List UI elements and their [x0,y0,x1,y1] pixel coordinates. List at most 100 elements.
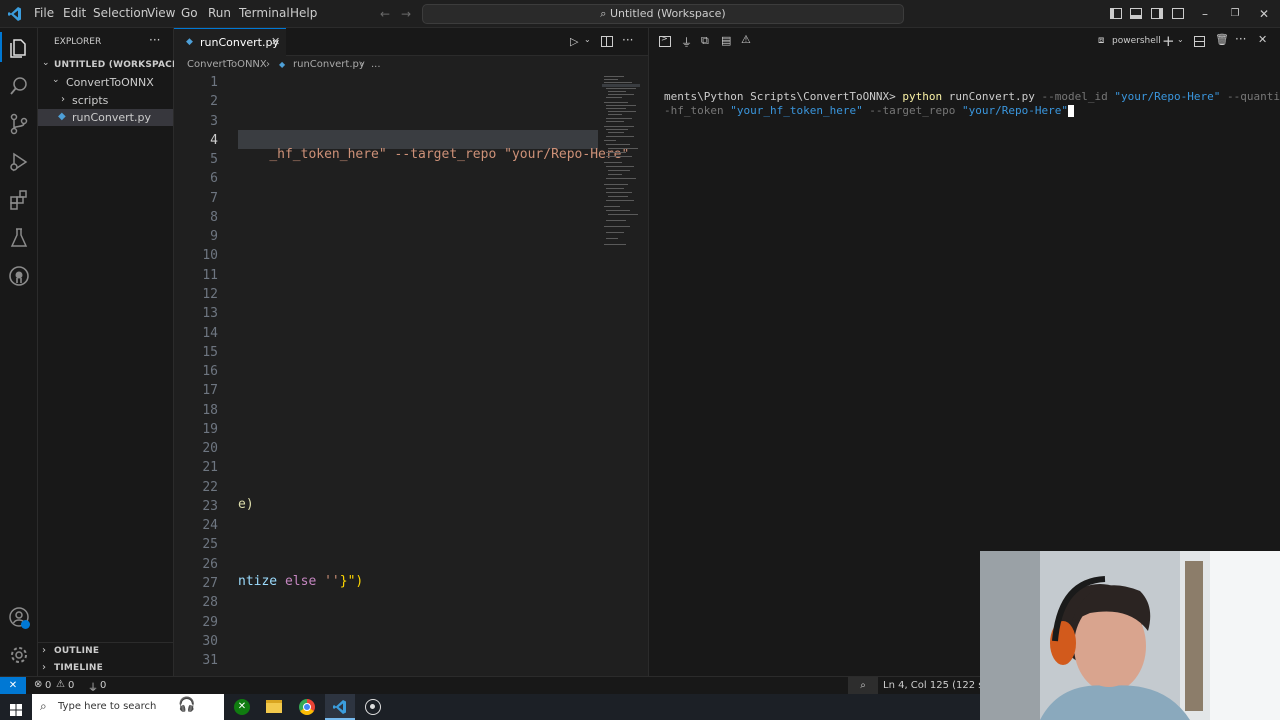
more-actions-icon[interactable]: ··· [1235,32,1246,46]
toggle-panel-icon[interactable] [1130,8,1142,19]
ports-plug-icon[interactable]: ⏚ [681,34,692,50]
toggle-primary-sidebar-icon[interactable] [1110,8,1122,19]
terminal-value-hf-token: "your_hf_token_here" [730,104,863,117]
tab-runconvert[interactable]: ◆ runConvert.py ✕ [174,28,286,56]
xbox-icon[interactable]: ✕ [234,699,250,715]
chevron-down-icon[interactable]: ⌄ [584,35,591,44]
obs-icon[interactable] [365,699,381,715]
explorer-header: EXPLORER [54,37,102,47]
windows-start-icon[interactable] [10,701,22,716]
file-runconvert[interactable]: runConvert.py [72,111,151,124]
minimap[interactable] [602,74,640,254]
code-line-27: ntize else ''}") [238,574,363,589]
menu-run[interactable]: Run [208,6,231,20]
toggle-secondary-sidebar-icon[interactable] [1151,8,1163,19]
warnings-icon[interactable]: ⚠ [56,679,65,690]
close-tab-icon[interactable]: ✕ [271,35,280,48]
settings-gear-icon[interactable] [7,643,31,667]
more-actions-icon[interactable]: ··· [149,33,160,47]
split-editor-icon[interactable] [601,36,613,47]
close-panel-icon[interactable]: ✕ [1258,33,1267,46]
line-number: 6 [210,171,218,187]
menu-view[interactable]: View [147,6,175,20]
python-file-icon: ◆ [58,111,66,122]
file-explorer-icon[interactable] [266,700,282,713]
new-terminal-plus-icon[interactable]: + [1162,32,1175,50]
webcam-person-image [980,551,1280,720]
menu-selection[interactable]: Selection [93,6,148,20]
back-arrow-icon[interactable]: ← [378,7,392,21]
code-line-23-text: e) [238,497,254,512]
workspace-title: Untitled (Workspace) [609,7,726,20]
workspace-root[interactable]: UNTITLED (WORKSPACE) [54,60,183,70]
run-debug-icon[interactable] [7,150,31,174]
restore-icon[interactable]: ❐ [1228,7,1242,21]
github-icon[interactable] [7,264,31,288]
problems-warning-icon[interactable]: ⚠ [741,33,751,46]
errors-count[interactable]: 0 [45,680,51,691]
close-window-icon[interactable]: ✕ [1257,7,1271,21]
line-number: 23 [202,498,218,514]
breadcrumb-file[interactable]: runConvert.py [293,59,365,70]
forward-arrow-icon[interactable]: → [399,7,413,21]
errors-icon[interactable]: ⊗ [34,679,42,690]
taskbar-search-box[interactable]: ⌕ Type here to search 🎧 [32,694,224,720]
warnings-count[interactable]: 0 [68,680,74,691]
run-file-icon[interactable]: ▷ [570,35,578,48]
testing-flask-icon[interactable] [7,226,31,250]
chevron-right-icon: › [360,59,364,70]
output-icon[interactable]: ▤ [721,34,731,47]
more-actions-icon[interactable]: ··· [622,33,633,47]
search-icon: ⌕ [40,699,47,713]
breadcrumb-folder[interactable]: ConvertToONNX [187,59,267,70]
extensions-icon[interactable] [7,188,31,212]
source-control-icon[interactable] [7,112,31,136]
cortana-icon[interactable]: 🎧 [178,697,195,713]
split-terminal-icon[interactable] [1194,36,1205,47]
zoom-icon[interactable]: ⌕ [848,677,878,694]
explorer-icon[interactable] [7,36,31,60]
title-bar: File Edit Selection View Go Run Terminal… [0,0,1280,28]
debug-console-icon[interactable]: ⧉ [701,34,709,48]
menu-go[interactable]: Go [181,6,198,20]
remote-indicator-icon[interactable]: ✕ [0,677,26,694]
chevron-right-icon: › [61,94,65,105]
customize-layout-icon[interactable] [1172,8,1184,19]
terminal-tab-icon[interactable]: > [659,34,671,47]
folder-converttoonnx[interactable]: ConvertToONNX [66,76,154,89]
menu-file[interactable]: File [34,6,54,20]
vscode-taskbar-button[interactable] [325,694,355,720]
line-number: 15 [202,344,218,360]
minimize-icon[interactable]: – [1198,7,1212,21]
menu-help[interactable]: Help [290,6,317,20]
ports-icon[interactable]: ⏚ [88,679,98,694]
trash-icon[interactable]: 🗑 [1215,33,1229,46]
ports-count[interactable]: 0 [100,680,106,691]
code-editor[interactable]: 1 2 3 4 5 6 7 8 9 10 11 12 13 14 15 16 17 18 19 20 21 22 23 24 2… [174,74,648,676]
accounts-icon[interactable] [7,605,31,629]
menu-terminal[interactable]: Terminal [239,6,290,20]
folder-scripts[interactable]: scripts [72,94,108,107]
command-center[interactable]: ⌕ Untitled (Workspace) [422,4,904,24]
breadcrumb-more[interactable]: ... [371,59,381,70]
tab-label: runConvert.py [200,36,279,49]
chrome-icon[interactable] [299,699,315,715]
code-line-27-part-d: }") [339,574,364,589]
vscode-logo-icon [8,6,22,22]
menu-edit[interactable]: Edit [63,6,86,20]
code-line-27-part-a: ntize [238,574,278,589]
chevron-down-icon[interactable]: ⌄ [1177,35,1184,44]
line-number: 22 [202,479,218,495]
breadcrumb: ConvertToONNX › ◆ runConvert.py › ... [174,56,648,74]
search-icon[interactable] [7,74,31,98]
line-number: 12 [202,286,218,302]
active-indicator [0,32,2,62]
python-file-icon: ◆ [186,37,193,47]
shell-label[interactable]: powershell [1112,36,1161,46]
timeline-section[interactable]: TIMELINE [54,663,103,673]
terminal-command: python [902,90,943,103]
terminal-line-1: ments\Python Scripts\ConvertToONNX> pyth… [664,90,1280,103]
line-number: 31 [202,653,218,669]
code-line-4-text: _hf_token_here" --target_repo "your/Repo… [269,147,630,162]
outline-section[interactable]: OUTLINE [54,646,99,656]
